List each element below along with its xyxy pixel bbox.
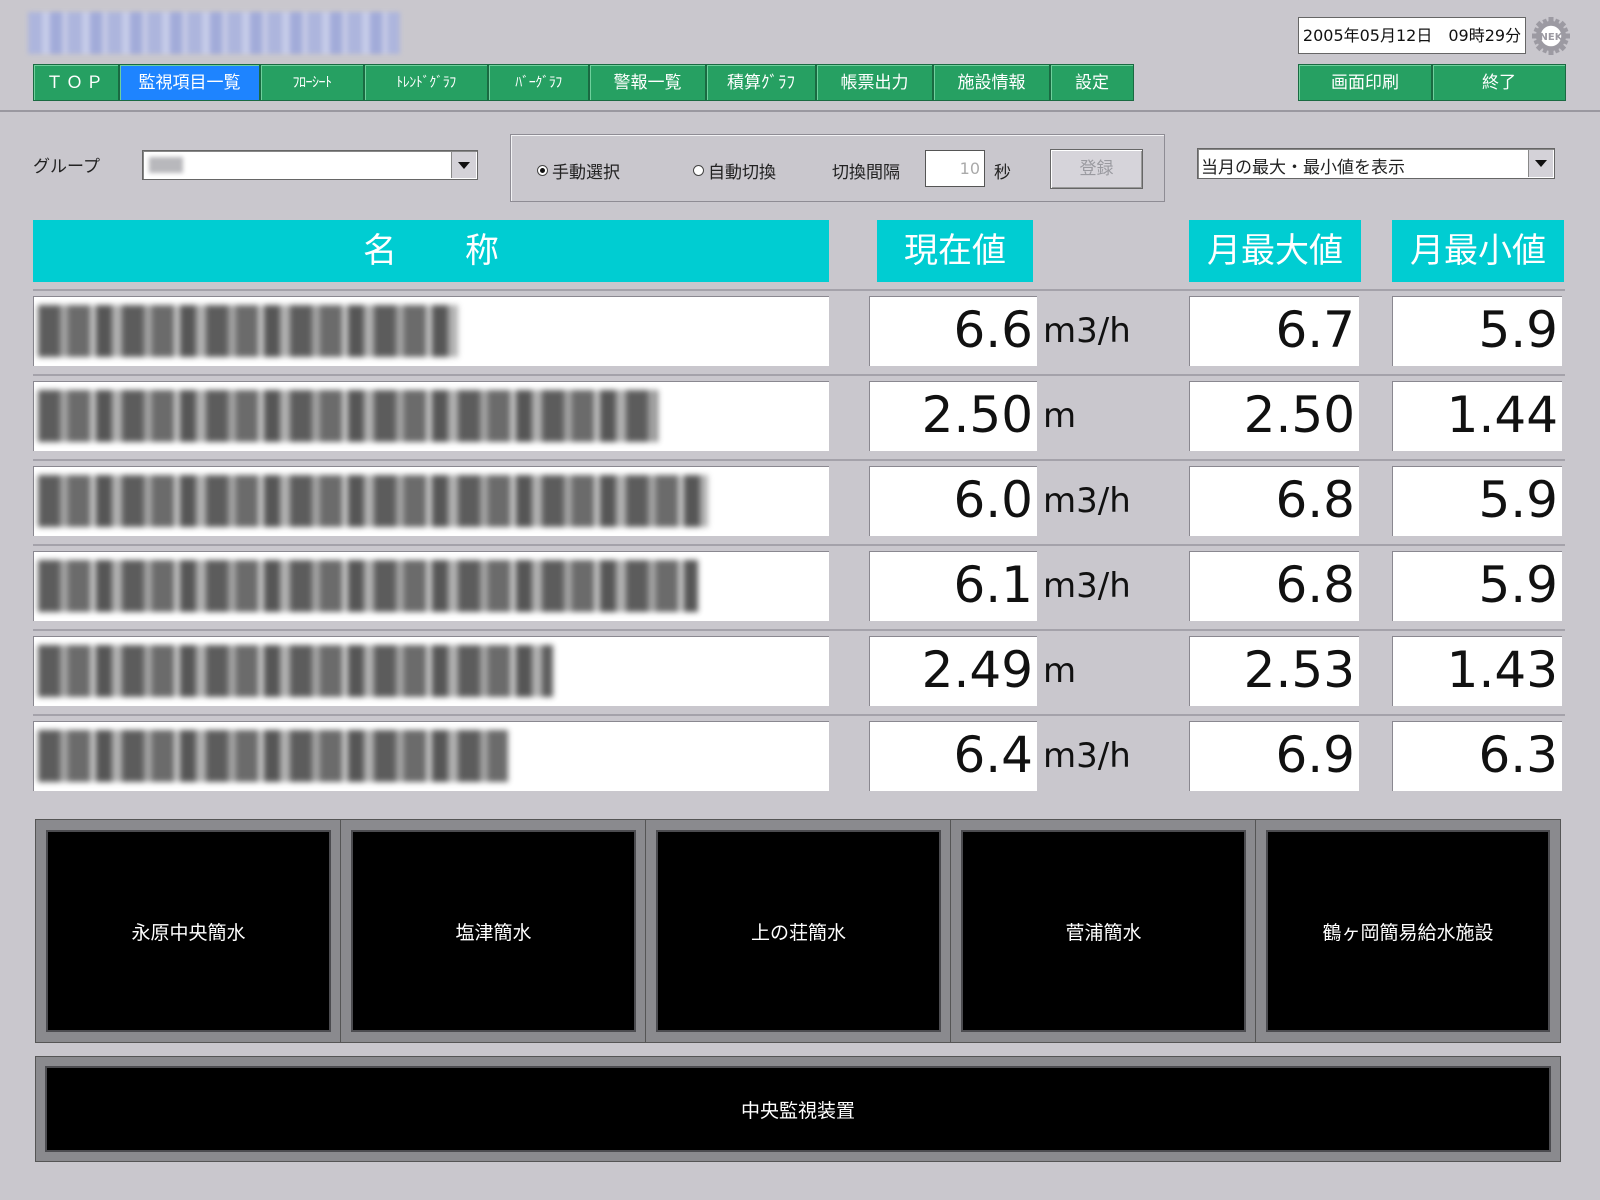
chevron-down-icon: [458, 161, 470, 169]
row-current-1: 6.6: [869, 296, 1037, 366]
row-min-6: 6.3: [1392, 721, 1562, 791]
row-min-4: 5.9: [1392, 551, 1562, 621]
tab-monitor-list[interactable]: 監視項目一覧: [119, 64, 260, 101]
row-min-2: 1.44: [1392, 381, 1562, 451]
row-name-3: [33, 466, 829, 536]
tab-trend-graph[interactable]: ﾄﾚﾝﾄﾞｸﾞﾗﾌ: [364, 64, 488, 101]
row-current-3: 6.0: [869, 466, 1037, 536]
nek-logo-icon: NEK: [1532, 17, 1570, 55]
facility-label: 塩津簡水: [455, 921, 532, 944]
tab-flow-sheet[interactable]: ﾌﾛｰｼｰﾄ: [260, 64, 364, 101]
interval-label: 切換間隔: [832, 163, 900, 183]
interval-unit: 秒: [994, 163, 1011, 183]
header-divider: [0, 110, 1600, 112]
row-current-4: 6.1: [869, 551, 1037, 621]
tab-settings[interactable]: 設定: [1050, 64, 1134, 101]
row-unit-5: m: [1043, 651, 1077, 691]
group-select[interactable]: [142, 150, 478, 180]
facility-label: 永原中央簡水: [131, 921, 246, 944]
row-unit-2: m: [1043, 396, 1077, 436]
row-max-6: 6.9: [1189, 721, 1359, 791]
auto-switch-radio[interactable]: 自動切換: [693, 158, 776, 183]
auto-switch-label: 自動切換: [708, 163, 776, 183]
row-divider: [33, 459, 1565, 461]
register-button[interactable]: 登録: [1050, 149, 1143, 189]
row-unit-3: m3/h: [1043, 481, 1131, 521]
logo-text: NEK: [1540, 32, 1564, 43]
central-monitor-label: 中央監視装置: [740, 1099, 855, 1122]
row-name-5: [33, 636, 829, 706]
row-max-3: 6.8: [1189, 466, 1359, 536]
header-monthly-max: 月最大値: [1189, 220, 1361, 282]
radio-checked-icon: [537, 165, 548, 176]
row-min-3: 5.9: [1392, 466, 1562, 536]
facility-button-tsurugaoka[interactable]: 鶴ヶ岡簡易給水施設: [1256, 820, 1560, 1042]
print-screen-button[interactable]: 画面印刷: [1298, 64, 1432, 101]
row-name-4: [33, 551, 829, 621]
header-current-value: 現在値: [877, 220, 1033, 282]
row-name-1: [33, 296, 829, 366]
datetime-display: 2005年05月12日 09時29分: [1298, 17, 1526, 54]
row-max-4: 6.8: [1189, 551, 1359, 621]
row-divider: [33, 629, 1565, 631]
row-current-5: 2.49: [869, 636, 1037, 706]
row-min-1: 5.9: [1392, 296, 1562, 366]
row-current-6: 6.4: [869, 721, 1037, 791]
facility-label: 鶴ヶ岡簡易給水施設: [1322, 921, 1494, 944]
facility-button-nagahara[interactable]: 永原中央簡水: [36, 820, 341, 1042]
row-name-6: [33, 721, 829, 791]
exit-button[interactable]: 終了: [1432, 64, 1566, 101]
row-divider: [33, 544, 1565, 546]
facility-label: 上の荘簡水: [750, 921, 846, 944]
group-dropdown-button[interactable]: [451, 152, 476, 178]
group-label: グループ: [33, 157, 100, 177]
facility-button-kaminosho[interactable]: 上の荘簡水: [646, 820, 951, 1042]
row-min-5: 1.43: [1392, 636, 1562, 706]
row-unit-4: m3/h: [1043, 566, 1131, 606]
range-select[interactable]: 当月の最大・最小値を表示: [1197, 148, 1555, 179]
chevron-down-icon: [1535, 160, 1547, 167]
facility-label: 菅浦簡水: [1065, 921, 1142, 944]
row-divider: [33, 374, 1565, 376]
header-name: 名 称: [33, 220, 829, 282]
manual-select-label: 手動選択: [552, 163, 620, 183]
row-name-2: [33, 381, 829, 451]
tab-alarm-list[interactable]: 警報一覧: [589, 64, 706, 101]
tab-top[interactable]: ＴＯＰ: [33, 64, 119, 101]
manual-select-radio[interactable]: 手動選択: [537, 158, 620, 183]
tab-facility-info[interactable]: 施設情報: [933, 64, 1050, 101]
interval-input[interactable]: 10: [925, 150, 985, 187]
row-divider: [33, 714, 1565, 716]
facility-button-sugaura[interactable]: 菅浦簡水: [951, 820, 1256, 1042]
row-current-2: 2.50: [869, 381, 1037, 451]
row-unit-6: m3/h: [1043, 736, 1131, 776]
tab-report-output[interactable]: 帳票出力: [816, 64, 933, 101]
tab-bar-graph[interactable]: ﾊﾞｰｸﾞﾗﾌ: [488, 64, 589, 101]
header-monthly-min: 月最小値: [1392, 220, 1564, 282]
row-divider: [33, 289, 1565, 291]
range-dropdown-button[interactable]: [1528, 150, 1553, 177]
group-value-blurred: [149, 157, 183, 173]
tab-integration-graph[interactable]: 積算ｸﾞﾗﾌ: [706, 64, 816, 101]
central-monitor-button[interactable]: 中央監視装置: [36, 1057, 1560, 1161]
row-unit-1: m3/h: [1043, 311, 1131, 351]
app-title-blurred: [28, 12, 400, 54]
row-max-5: 2.53: [1189, 636, 1359, 706]
facility-button-shiotsu[interactable]: 塩津簡水: [341, 820, 646, 1042]
range-select-value: 当月の最大・最小値を表示: [1201, 158, 1405, 178]
radio-unchecked-icon: [693, 165, 704, 176]
row-max-1: 6.7: [1189, 296, 1359, 366]
row-max-2: 2.50: [1189, 381, 1359, 451]
